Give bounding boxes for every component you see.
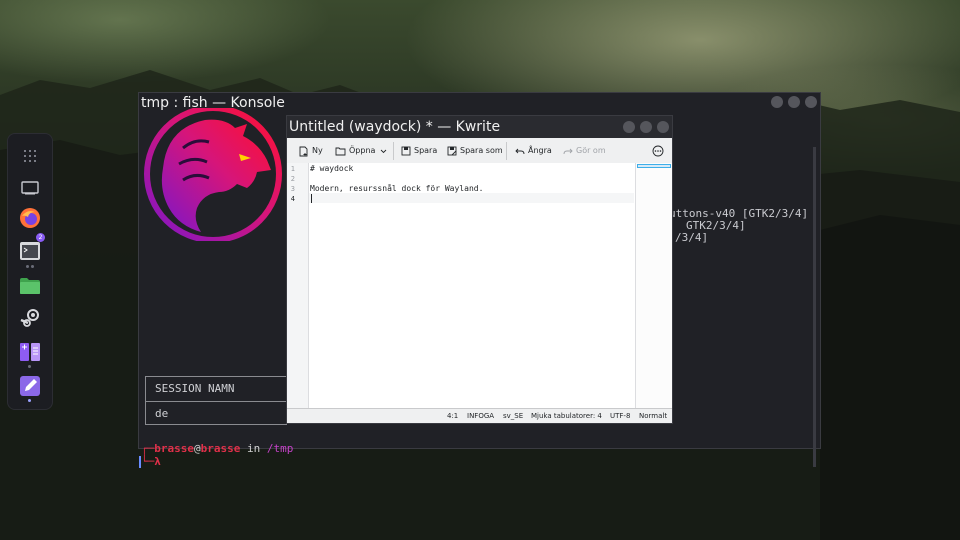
toolbar-separator xyxy=(393,142,394,160)
cursor-position[interactable]: 4:1 xyxy=(447,412,458,420)
dictionary-language[interactable]: sv_SE xyxy=(503,412,523,420)
split-view-icon[interactable] xyxy=(16,338,44,366)
terminal-cursor xyxy=(139,456,141,468)
prompt-user: brasse xyxy=(154,442,194,455)
terminal-badge: 2 xyxy=(36,233,45,242)
text-editor-icon[interactable] xyxy=(16,372,44,400)
redo-label: Gör om xyxy=(576,146,606,155)
maximize-button[interactable] xyxy=(640,121,652,133)
line-number: 1 xyxy=(290,165,295,173)
app-grid-icon[interactable] xyxy=(16,142,44,170)
window-title: Untitled (waydock) * — Kwrite xyxy=(289,119,501,135)
minimap-scrollbar[interactable] xyxy=(635,163,672,409)
undo-button[interactable]: Ångra xyxy=(515,144,552,158)
current-line-highlight xyxy=(309,193,634,203)
line-number: 2 xyxy=(290,175,295,183)
terminal-output-line: /3/4] xyxy=(675,231,709,244)
line-number-gutter: 1 2 3 4 xyxy=(287,163,309,409)
kwrite-window[interactable]: Untitled (waydock) * — Kwrite Ny Öppna S… xyxy=(286,115,673,424)
more-options-icon xyxy=(652,145,664,157)
main-toolbar: Ny Öppna Spara Spara som Ångra Gör om xyxy=(287,138,672,164)
prompt-corner: └─ xyxy=(141,455,155,468)
new-label: Ny xyxy=(312,146,323,155)
indentation-setting[interactable]: Mjuka tabulatorer: 4 xyxy=(531,412,602,420)
save-label: Spara xyxy=(414,146,438,155)
code-line: # waydock xyxy=(310,164,354,173)
session-table: SESSION NAMN de xyxy=(145,376,287,425)
code-line: Modern, resurssnål dock för Wayland. xyxy=(310,184,484,193)
line-number: 3 xyxy=(290,185,295,193)
minimize-button[interactable] xyxy=(623,121,635,133)
minimap-viewport[interactable] xyxy=(637,164,671,168)
minimize-button[interactable] xyxy=(771,96,783,108)
line-number-current: 4 xyxy=(290,195,295,203)
folder-open-icon xyxy=(335,147,346,156)
close-button[interactable] xyxy=(657,121,669,133)
terminal-icon[interactable]: 2 xyxy=(16,233,45,265)
toolbar-separator xyxy=(506,142,507,160)
terminal-scrollbar[interactable] xyxy=(813,147,816,467)
steam-icon[interactable] xyxy=(16,304,44,332)
save-button[interactable]: Spara xyxy=(401,144,437,158)
prompt-host: brasse xyxy=(200,442,241,455)
prompt-directory: /tmp xyxy=(266,442,294,455)
save-icon xyxy=(401,146,411,156)
undo-icon xyxy=(515,148,525,154)
encoding[interactable]: UTF-8 xyxy=(610,412,630,420)
redo-icon xyxy=(563,148,573,154)
maximize-button[interactable] xyxy=(788,96,800,108)
firefox-icon[interactable] xyxy=(16,204,44,232)
files-icon[interactable] xyxy=(16,272,44,300)
kwrite-titlebar[interactable]: Untitled (waydock) * — Kwrite xyxy=(287,116,672,138)
chevron-down-icon xyxy=(380,149,387,153)
desktop-icon[interactable] xyxy=(16,174,44,202)
prompt-in: in xyxy=(240,442,267,455)
running-indicator xyxy=(26,265,29,268)
save-as-icon xyxy=(447,146,457,156)
save-as-label: Spara som xyxy=(460,146,503,155)
session-header: SESSION NAMN xyxy=(146,377,286,402)
undo-label: Ångra xyxy=(528,146,552,155)
session-value: de xyxy=(155,407,169,420)
open-button[interactable]: Öppna xyxy=(335,144,375,158)
shell-input-line[interactable]: └─λ xyxy=(141,455,161,468)
more-options-button[interactable] xyxy=(652,144,664,158)
open-label: Öppna xyxy=(349,146,376,155)
redo-button[interactable]: Gör om xyxy=(563,144,606,158)
text-caret xyxy=(311,194,312,203)
text-editor-area[interactable]: 1 2 3 4 # waydock Modern, resurssnål doc… xyxy=(287,163,672,409)
dragon-logo xyxy=(144,108,282,241)
close-button[interactable] xyxy=(805,96,817,108)
new-button[interactable]: Ny xyxy=(299,144,323,158)
shell-prompt: ┌─brasse@brasse in /tmp xyxy=(141,442,293,455)
running-indicator xyxy=(28,365,31,368)
save-as-button[interactable]: Spara som xyxy=(447,144,503,158)
active-indicator xyxy=(28,399,31,402)
new-document-icon xyxy=(299,146,308,156)
syntax-mode[interactable]: Normalt xyxy=(639,412,667,420)
prompt-lambda: λ xyxy=(154,455,161,468)
prompt-corner: ┌─ xyxy=(141,442,155,455)
application-dock: 2 xyxy=(7,133,53,410)
prompt-at: @ xyxy=(194,442,201,455)
open-dropdown-button[interactable] xyxy=(380,144,387,158)
running-indicator xyxy=(31,265,34,268)
status-bar: 4:1 INFOGA sv_SE Mjuka tabulatorer: 4 UT… xyxy=(287,408,672,423)
input-mode[interactable]: INFOGA xyxy=(467,412,494,420)
